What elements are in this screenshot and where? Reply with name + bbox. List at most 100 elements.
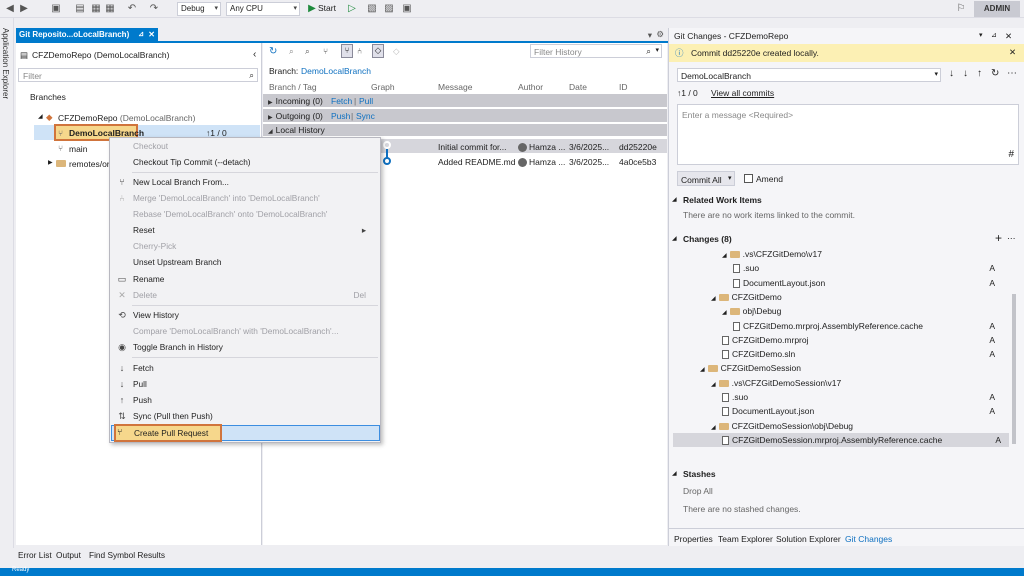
change-folder-row[interactable]: ◢ CFZGitDemoSession\obj\Debug — [711, 419, 1003, 433]
feedback-icon[interactable]: ⚐ — [955, 3, 967, 15]
local-history-section[interactable]: ◢ Local History — [263, 124, 667, 136]
tab-solution-explorer[interactable]: Solution Explorer — [776, 534, 841, 544]
incoming-section[interactable]: ▶ Incoming (0) Fetch | Pull — [263, 94, 667, 107]
menu-cherry-pick[interactable]: Cherry-Pick — [110, 238, 380, 254]
view-all-commits-link[interactable]: View all commits — [711, 88, 774, 98]
tab-git-changes[interactable]: Git Changes — [845, 534, 892, 544]
pull-icon[interactable]: ↓ — [963, 68, 968, 79]
change-file-row[interactable]: .suo A — [733, 261, 1003, 275]
pin-icon[interactable]: ⊿ — [138, 28, 144, 42]
tab-git-repository[interactable]: Git Reposito...oLocalBranch) ⊿ ✕ — [16, 28, 158, 42]
branch-icon[interactable]: ⑂ — [323, 46, 328, 56]
change-file-row[interactable]: DocumentLayout.json A — [722, 404, 1003, 418]
branch-value[interactable]: DemoLocalBranch — [301, 66, 371, 76]
menu-create-pull-request[interactable]: ⑂ Create Pull Request — [111, 424, 380, 442]
undo-icon[interactable]: ↶ — [126, 3, 138, 15]
column-graph[interactable]: Graph — [371, 82, 395, 92]
menu-checkout-tip[interactable]: Checkout Tip Commit (--detach) — [110, 154, 380, 170]
save-all-icon[interactable]: ▦ — [104, 3, 116, 15]
application-explorer-tab[interactable]: Application Explorer — [0, 18, 14, 548]
repo-node[interactable]: CFZDemoRepo (DemoLocalBranch) — [58, 113, 196, 123]
dropdown-icon[interactable]: ▾ — [728, 174, 732, 182]
change-file-row[interactable]: DocumentLayout.json A — [733, 276, 1003, 290]
close-icon[interactable]: ✕ — [1009, 47, 1016, 58]
platform-select[interactable]: Any CPU ▾ — [226, 2, 300, 16]
menu-toggle-branch[interactable]: ◉ Toggle Branch in History — [110, 339, 380, 355]
menu-rename[interactable]: ▭ Rename — [110, 271, 380, 287]
hash-icon[interactable]: # — [1008, 149, 1014, 160]
tag-icon[interactable]: ◇ — [372, 44, 384, 58]
collapse-icon[interactable]: ◢ — [672, 470, 677, 477]
refresh-icon[interactable]: ↻ — [269, 46, 277, 57]
tab-properties[interactable]: Properties — [674, 534, 713, 544]
column-author[interactable]: Author — [518, 82, 543, 92]
push-icon[interactable]: ↑ — [977, 68, 982, 79]
back-icon[interactable]: ◀ — [4, 3, 16, 15]
save-icon[interactable]: ▦ — [90, 3, 102, 15]
drop-all-button[interactable]: Drop All — [683, 486, 713, 496]
change-folder-row[interactable]: ◢ .vs\CFZGitDemo\v17 — [722, 247, 1003, 261]
amend-checkbox[interactable] — [744, 174, 753, 183]
configuration-select[interactable]: Debug ▾ — [177, 2, 221, 16]
column-date[interactable]: Date — [569, 82, 587, 92]
dropdown-icon[interactable]: ▾ — [648, 30, 652, 41]
menu-checkout[interactable]: Checkout — [110, 138, 380, 154]
graph-toggle-icon[interactable]: ⑂ — [341, 44, 353, 58]
change-file-row[interactable]: CFZGitDemoSession.mrproj.AssemblyReferen… — [673, 432, 1009, 447]
commit-message-input[interactable]: Enter a message <Required> # — [677, 104, 1019, 165]
dropdown-icon[interactable]: ▾ — [979, 31, 983, 39]
menu-push[interactable]: ↑ Push — [110, 392, 380, 408]
sync-icon[interactable]: ↻ — [991, 68, 999, 79]
change-folder-row[interactable]: ◢ obj\Debug — [722, 304, 1003, 318]
tab-find-symbol-results[interactable]: Find Symbol Results — [89, 550, 165, 560]
fetch-link[interactable]: Fetch — [331, 96, 352, 106]
branch-filter-input[interactable]: Filter ⌕ — [18, 68, 258, 82]
column-id[interactable]: ID — [619, 82, 628, 92]
redo-icon[interactable]: ↷ — [148, 3, 160, 15]
menu-new-local-branch[interactable]: ⑂ New Local Branch From... — [110, 174, 380, 190]
history-filter-input[interactable]: Filter History ⌕ ▾ — [530, 44, 662, 58]
fetch-icon[interactable]: ↓ — [949, 68, 954, 79]
change-file-row[interactable]: CFZGitDemo.mrproj.AssemblyReference.cach… — [733, 319, 1003, 333]
gear-icon[interactable]: ⚙ — [656, 29, 664, 40]
menu-reset[interactable]: Reset ▸ — [110, 222, 380, 238]
pin-icon[interactable]: ⊿ — [991, 31, 997, 39]
new-project-icon[interactable]: ▣ — [50, 3, 62, 15]
ref-icon[interactable]: ◇ — [393, 46, 400, 57]
main-branch[interactable]: main — [69, 144, 87, 154]
merge-icon[interactable]: ⑃ — [357, 46, 362, 56]
branch-select[interactable]: DemoLocalBranch ▾ — [677, 68, 941, 82]
menu-merge[interactable]: ⑃ Merge 'DemoLocalBranch' into 'DemoLocal… — [110, 190, 380, 206]
search-icon-2[interactable]: ⌕ — [305, 46, 310, 57]
forward-icon[interactable]: ▶ — [18, 3, 30, 15]
sync-link[interactable]: Sync — [356, 111, 375, 121]
expand-icon[interactable]: ▶ — [48, 159, 53, 166]
open-icon[interactable]: ▤ — [74, 3, 86, 15]
pull-link[interactable]: Pull — [359, 96, 373, 106]
change-file-row[interactable]: CFZGitDemo.mrproj A — [722, 333, 1003, 347]
collapse-icon[interactable]: ◢ — [672, 196, 677, 203]
stage-all-icon[interactable]: + — [995, 231, 1002, 245]
menu-view-history[interactable]: ⟲ View History — [110, 307, 380, 323]
commit-all-button[interactable]: Commit All ▾ — [677, 171, 735, 186]
push-link[interactable]: Push — [331, 111, 350, 121]
start-without-debug-icon[interactable]: ▷ — [346, 3, 358, 15]
menu-fetch[interactable]: ↓ Fetch — [110, 360, 380, 376]
close-icon[interactable]: ✕ — [1005, 31, 1012, 42]
menu-sync[interactable]: ⇅ Sync (Pull then Push) — [110, 408, 380, 424]
start-button[interactable]: Start — [318, 3, 336, 13]
more-icon[interactable]: ⋯ — [1007, 233, 1016, 244]
close-icon[interactable]: ✕ — [148, 28, 155, 42]
collapse-icon[interactable]: ‹ — [253, 49, 256, 60]
start-icon[interactable]: ▶ — [306, 3, 318, 15]
expand-icon[interactable]: ◢ — [38, 113, 43, 120]
search-icon[interactable]: ⌕ — [289, 46, 294, 57]
change-folder-row[interactable]: ◢ .vs\CFZGitDemoSession\v17 — [711, 376, 1003, 390]
tool-icon-2[interactable]: ▣ — [401, 3, 413, 15]
outgoing-section[interactable]: ▶ Outgoing (0) Push | Sync — [263, 109, 667, 122]
user-badge[interactable]: ADMIN — [974, 1, 1020, 17]
change-folder-row[interactable]: ◢ CFZGitDemo — [711, 290, 1003, 304]
menu-pull[interactable]: ↓ Pull — [110, 376, 380, 392]
more-icon[interactable]: ⋯ — [1007, 68, 1017, 79]
browse-icon[interactable]: ▧ — [366, 3, 378, 15]
